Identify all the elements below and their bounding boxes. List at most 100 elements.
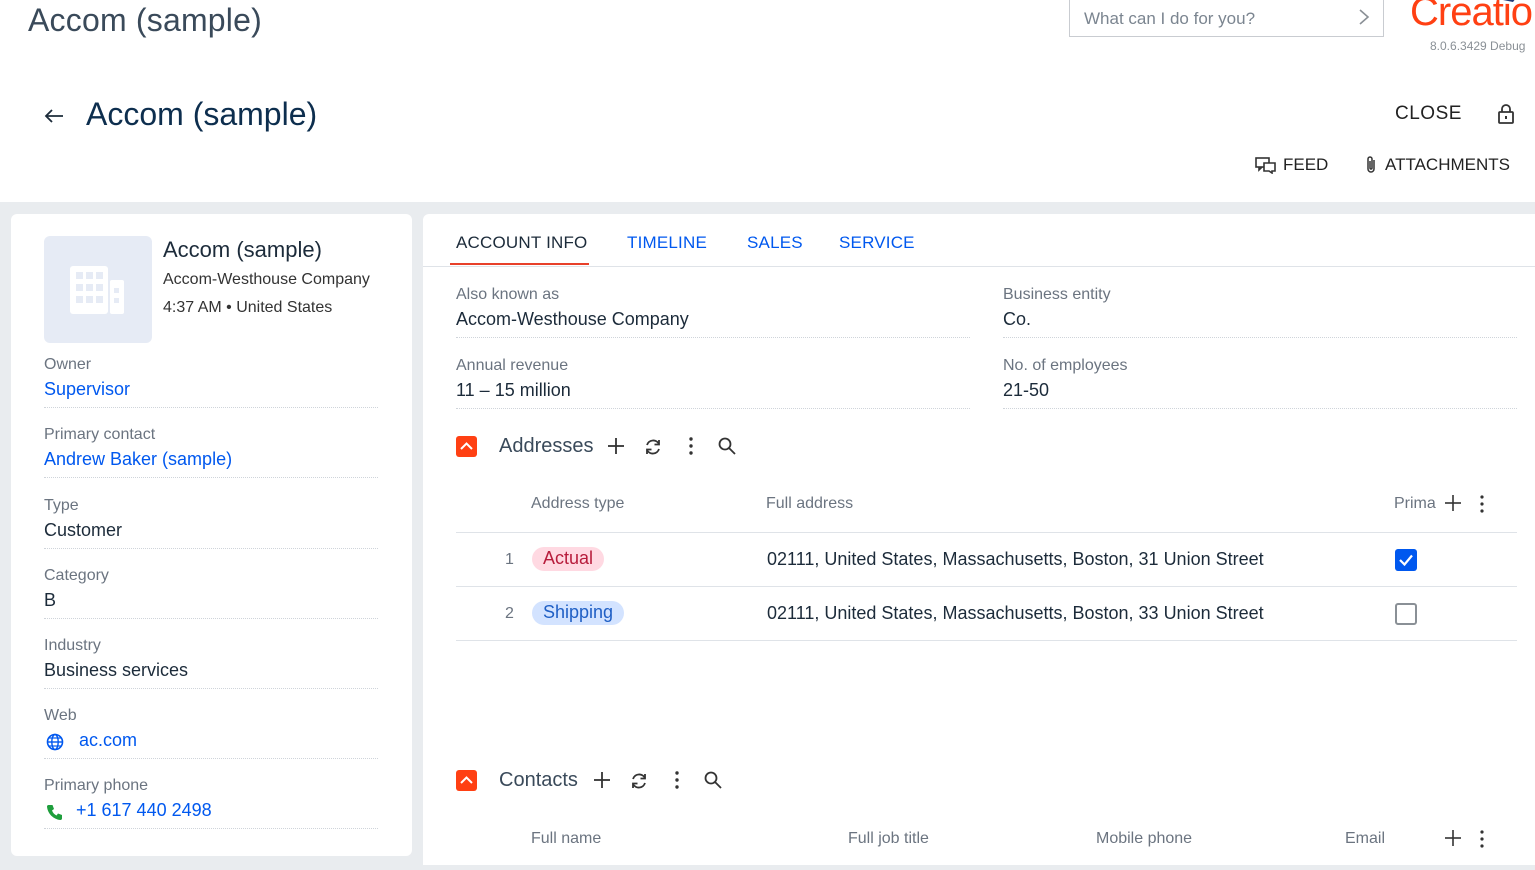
owner-link[interactable]: Supervisor xyxy=(44,379,130,400)
contacts-title: Contacts xyxy=(499,769,578,791)
creatio-logo: Creatio xyxy=(1410,0,1533,34)
field-label: Annual revenue xyxy=(456,357,569,374)
attachments-label: ATTACHMENTS xyxy=(1385,155,1510,174)
industry-field[interactable]: Industry Business services xyxy=(44,637,378,689)
chevron-up-icon xyxy=(460,442,473,450)
command-search-input[interactable]: What can I do for you? xyxy=(1084,9,1255,29)
lock-icon[interactable] xyxy=(1496,103,1516,125)
paperclip-icon xyxy=(1367,156,1375,173)
primary-phone-field: Primary phone +1 617 440 2498 xyxy=(44,777,378,829)
add-column-icon[interactable] xyxy=(1443,493,1463,513)
field-label: Owner xyxy=(44,356,92,373)
industry-value[interactable]: Business services xyxy=(44,660,188,681)
close-button[interactable]: CLOSE xyxy=(1395,103,1462,125)
business-entity-field[interactable]: Business entity Co. xyxy=(1003,286,1517,338)
web-field: Web ac.com xyxy=(44,707,378,759)
more-vertical-icon[interactable] xyxy=(667,770,687,790)
profile-alias: Accom-Westhouse Company xyxy=(163,271,370,288)
field-label: Business entity xyxy=(1003,286,1111,303)
phone-icon[interactable] xyxy=(46,803,64,821)
addresses-title: Addresses xyxy=(499,435,594,457)
version-label: 8.0.6.3429 Debug xyxy=(1430,39,1526,53)
field-label: Primary contact xyxy=(44,426,156,443)
category-value[interactable]: B xyxy=(44,590,56,611)
refresh-icon[interactable] xyxy=(643,437,663,457)
column-address-type[interactable]: Address type xyxy=(531,495,624,513)
field-value[interactable]: Co. xyxy=(1003,309,1031,330)
refresh-icon[interactable] xyxy=(629,771,649,791)
tab-service[interactable]: SERVICE xyxy=(839,233,915,253)
addresses-collapse-button[interactable] xyxy=(456,436,477,457)
phone-link[interactable]: +1 617 440 2498 xyxy=(76,800,212,821)
row-number: 1 xyxy=(505,551,514,568)
chevron-right-icon[interactable] xyxy=(1357,7,1371,27)
type-field[interactable]: Type Customer xyxy=(44,497,378,549)
checkmark-icon xyxy=(1399,554,1413,567)
search-icon[interactable] xyxy=(703,770,723,790)
contacts-collapse-button[interactable] xyxy=(456,770,477,791)
address-type-badge[interactable]: Shipping xyxy=(532,601,625,625)
page-title: Accom (sample) xyxy=(86,96,318,132)
column-job-title[interactable]: Full job title xyxy=(848,830,929,848)
tab-timeline[interactable]: TIMELINE xyxy=(627,233,707,253)
field-label: Type xyxy=(44,497,79,514)
employees-field[interactable]: No. of employees 21-50 xyxy=(1003,357,1517,409)
field-value[interactable]: 11 – 15 million xyxy=(456,380,571,401)
feed-icon xyxy=(1255,157,1276,174)
row-divider xyxy=(456,586,1517,587)
add-column-icon[interactable] xyxy=(1443,828,1463,848)
field-value[interactable]: 21-50 xyxy=(1003,380,1049,401)
category-field[interactable]: Category B xyxy=(44,567,378,619)
column-mobile-phone[interactable]: Mobile phone xyxy=(1096,830,1192,848)
column-full-name[interactable]: Full name xyxy=(531,830,601,848)
building-icon xyxy=(70,266,124,314)
primary-checkbox[interactable] xyxy=(1395,549,1417,571)
more-vertical-icon[interactable] xyxy=(681,436,701,456)
column-primary[interactable]: Prima xyxy=(1394,495,1436,513)
field-value[interactable]: Accom-Westhouse Company xyxy=(456,309,689,330)
primary-checkbox[interactable] xyxy=(1395,603,1417,625)
column-full-address[interactable]: Full address xyxy=(766,495,853,513)
address-type-badge[interactable]: Actual xyxy=(532,547,605,571)
account-avatar[interactable] xyxy=(44,236,152,343)
feed-button[interactable]: FEED xyxy=(1255,155,1328,175)
tab-account-info[interactable]: ACCOUNT INFO xyxy=(456,233,587,253)
profile-card: Accom (sample) Accom-Westhouse Company 4… xyxy=(11,214,412,856)
more-vertical-icon[interactable] xyxy=(1472,494,1492,514)
primary-contact-link[interactable]: Andrew Baker (sample) xyxy=(44,449,232,470)
field-label: Also known as xyxy=(456,286,560,303)
field-label: Primary phone xyxy=(44,777,149,794)
globe-icon xyxy=(46,733,64,751)
full-address-cell[interactable]: 02111, United States, Massachusetts, Bos… xyxy=(767,603,1264,624)
field-label: No. of employees xyxy=(1003,357,1128,374)
owner-field: Owner Supervisor xyxy=(44,356,378,408)
field-label: Web xyxy=(44,707,77,724)
add-icon[interactable] xyxy=(592,770,612,790)
more-vertical-icon[interactable] xyxy=(1472,829,1492,849)
primary-contact-field: Primary contact Andrew Baker (sample) xyxy=(44,426,378,478)
full-address-cell[interactable]: 02111, United States, Massachusetts, Bos… xyxy=(767,549,1264,570)
details-card: ACCOUNT INFO TIMELINE SALES SERVICE Also… xyxy=(423,214,1535,865)
logo-mark-icon xyxy=(1503,0,1515,2)
add-icon[interactable] xyxy=(606,436,626,456)
type-value[interactable]: Customer xyxy=(44,520,122,541)
field-label: Industry xyxy=(44,637,101,654)
field-label: Category xyxy=(44,567,109,584)
header-divider xyxy=(456,532,1517,533)
tab-sales[interactable]: SALES xyxy=(747,233,803,253)
search-icon[interactable] xyxy=(717,436,737,456)
profile-local-time: 4:37 AM • United States xyxy=(163,299,333,316)
command-search-box[interactable]: What can I do for you? xyxy=(1069,0,1384,37)
chevron-up-icon xyxy=(460,776,473,784)
web-link[interactable]: ac.com xyxy=(79,730,137,751)
row-divider xyxy=(456,640,1517,641)
also-known-as-field[interactable]: Also known as Accom-Westhouse Company xyxy=(456,286,970,338)
app-title: Accom (sample) xyxy=(28,2,262,38)
profile-name: Accom (sample) xyxy=(163,237,322,262)
feed-label: FEED xyxy=(1283,155,1329,174)
tab-bar: ACCOUNT INFO TIMELINE SALES SERVICE xyxy=(423,214,1535,267)
annual-revenue-field[interactable]: Annual revenue 11 – 15 million xyxy=(456,357,970,409)
attachments-button[interactable]: ATTACHMENTS xyxy=(1363,155,1510,175)
back-arrow-icon[interactable] xyxy=(42,105,66,127)
column-email[interactable]: Email xyxy=(1345,830,1385,848)
